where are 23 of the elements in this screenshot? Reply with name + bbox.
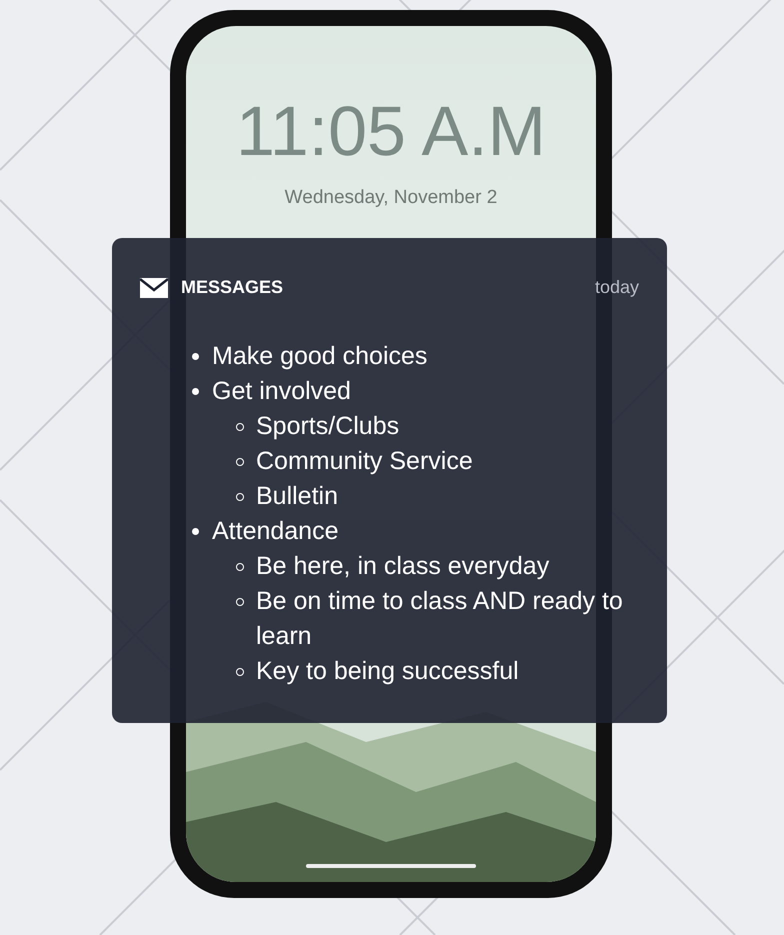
bullet-icon: [192, 353, 199, 360]
list-item-text: Be here, in class everyday: [256, 551, 550, 582]
hollow-bullet-icon: [236, 668, 244, 676]
envelope-icon: [140, 278, 168, 298]
lock-date: Wednesday, November 2: [284, 186, 498, 210]
hollow-bullet-icon: [236, 423, 244, 431]
hollow-bullet-icon: [236, 598, 244, 606]
list-item-text: Be on time to class AND ready to learn: [256, 586, 624, 652]
list-item-text: Community Service: [256, 446, 474, 477]
hollow-bullet-icon: [236, 493, 244, 501]
list-item-text: Bulletin: [256, 481, 339, 512]
list-item-text: Make good choices: [212, 341, 428, 372]
notification-time: today: [594, 276, 639, 299]
list-item-text: Key to being successful: [256, 656, 520, 687]
list-item-text: Get involved: [212, 376, 352, 407]
bullet-icon: [192, 528, 199, 535]
list-item-text: Sports/Clubs: [256, 411, 400, 442]
clock-time: 11:05 A.M: [236, 96, 546, 166]
hollow-bullet-icon: [236, 563, 244, 571]
app-name: MESSAGES: [181, 276, 284, 299]
list-item-text: Attendance: [212, 516, 340, 547]
hollow-bullet-icon: [236, 458, 244, 466]
bullet-icon: [192, 388, 199, 395]
